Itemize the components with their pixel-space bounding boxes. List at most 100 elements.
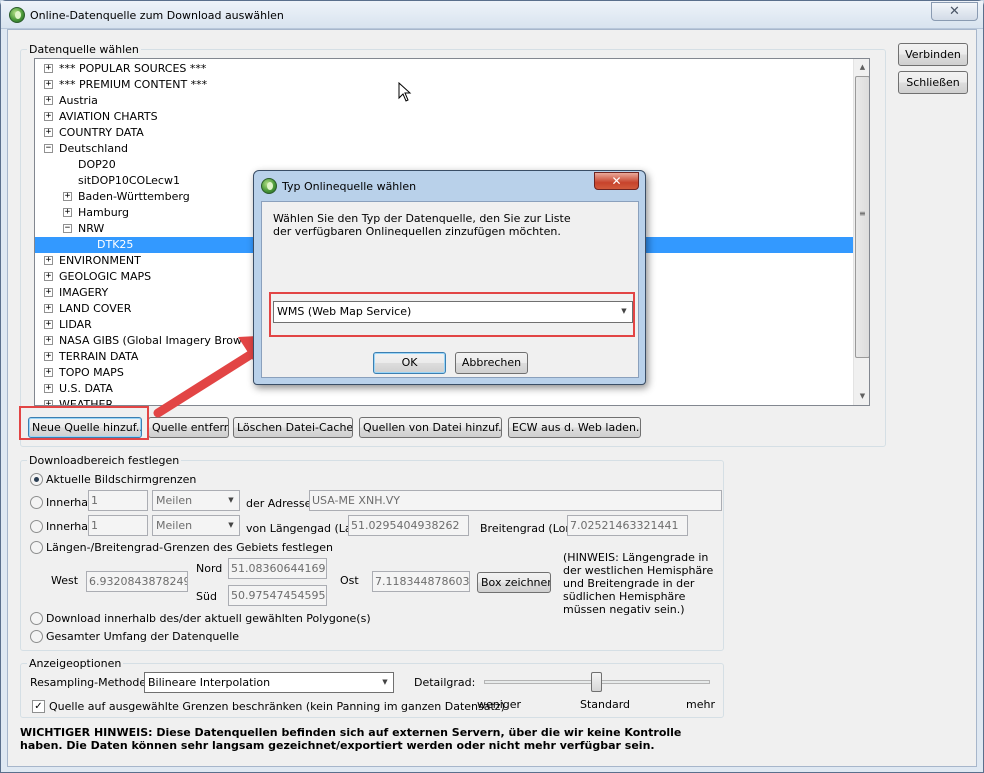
tree-item[interactable]: *** PREMIUM CONTENT *** xyxy=(59,77,207,93)
coord-unit-select[interactable]: Meilen ▼ xyxy=(152,515,240,536)
address-unit-select[interactable]: Meilen ▼ xyxy=(152,490,240,511)
scroll-down-icon[interactable]: ▼ xyxy=(854,388,869,405)
tree-item[interactable]: GEOLOGIC MAPS xyxy=(59,269,151,285)
app-globe-icon xyxy=(9,7,25,23)
radio-polygons[interactable] xyxy=(30,612,43,625)
tree-item[interactable]: LIDAR xyxy=(59,317,92,333)
tree-item[interactable]: U.S. DATA xyxy=(59,381,113,397)
add-from-file-button[interactable]: Quellen von Datei hinzuf... xyxy=(359,417,502,438)
tree-item[interactable]: DTK25 xyxy=(97,237,133,253)
slider-max-label: mehr xyxy=(686,698,715,711)
tree-item[interactable]: NRW xyxy=(78,221,104,237)
mouse-cursor-icon xyxy=(398,82,412,102)
east-input[interactable]: 7.11834487860392 xyxy=(372,571,470,592)
ecw-web-button[interactable]: ECW aus d. Web laden... xyxy=(508,417,641,438)
north-input[interactable]: 51.0836064416973 xyxy=(228,558,327,579)
annotation-highlight-add xyxy=(19,406,149,440)
expand-icon[interactable]: + xyxy=(44,368,53,377)
expand-icon[interactable]: + xyxy=(44,64,53,73)
close-button[interactable]: Schließen xyxy=(898,71,968,94)
dialog-message: Wählen Sie den Typ der Datenquelle, den … xyxy=(273,212,571,238)
address-distance-input[interactable]: 1 xyxy=(88,490,148,511)
north-label: Nord xyxy=(196,562,223,575)
tree-item[interactable]: ENVIRONMENT xyxy=(59,253,141,269)
tree-item[interactable]: IMAGERY xyxy=(59,285,108,301)
chevron-down-icon: ▼ xyxy=(228,521,234,529)
tree-item[interactable]: AVIATION CHARTS xyxy=(59,109,158,125)
west-input[interactable]: 6.9320843878249 xyxy=(86,571,188,592)
tree-item[interactable]: DOP20 xyxy=(78,157,116,173)
resampling-value: Bilineare Interpolation xyxy=(148,676,271,689)
scroll-up-icon[interactable]: ▲ xyxy=(854,59,869,76)
chevron-down-icon: ▼ xyxy=(228,496,234,504)
important-notice: WICHTIGER HINWEIS: Diese Datenquellen be… xyxy=(20,726,682,752)
full-extent-label: Gesamter Umfang der Datenquelle xyxy=(46,630,240,643)
longitude-input[interactable]: 51.0295404938262 xyxy=(348,515,469,536)
resampling-select[interactable]: Bilineare Interpolation ▼ xyxy=(144,672,394,693)
tree-item[interactable]: WEATHER xyxy=(59,397,113,405)
scroll-thumb[interactable]: ≡ xyxy=(855,76,869,358)
title-bar[interactable]: Online-Datenquelle zum Download auswähle… xyxy=(1,1,983,29)
annotation-highlight-type xyxy=(269,292,635,337)
tree-item[interactable]: sitDOP10COLecw1 xyxy=(78,173,180,189)
tree-item[interactable]: Deutschland xyxy=(59,141,128,157)
address-input[interactable]: USA-ME XNH.VY xyxy=(309,490,722,511)
expand-icon[interactable]: + xyxy=(44,288,53,297)
dialog-ok-button[interactable]: OK xyxy=(373,352,446,374)
tree-item[interactable]: Baden-Württemberg xyxy=(78,189,190,205)
slider-thumb[interactable] xyxy=(591,672,602,692)
radio-within-coordinates[interactable] xyxy=(30,520,43,533)
hemisphere-hint: (HINWEIS: Längengrade in der westlichen … xyxy=(563,551,714,616)
expand-icon[interactable]: + xyxy=(44,272,53,281)
radio-screen-bounds[interactable] xyxy=(30,473,43,486)
tree-item[interactable]: TERRAIN DATA xyxy=(59,349,138,365)
address-unit-value: Meilen xyxy=(156,494,193,507)
detail-slider[interactable] xyxy=(484,670,710,696)
draw-box-button[interactable]: Box zeichnen... xyxy=(477,572,551,593)
chevron-down-icon: ▼ xyxy=(382,678,388,686)
radio-full-extent[interactable] xyxy=(30,630,43,643)
tree-scrollbar[interactable]: ▲ ≡ ▼ xyxy=(853,59,869,405)
expand-icon[interactable]: + xyxy=(44,304,53,313)
tree-item[interactable]: LAND COVER xyxy=(59,301,131,317)
window-close-button[interactable]: ✕ xyxy=(931,2,978,21)
tree-item[interactable]: Hamburg xyxy=(78,205,129,221)
south-label: Süd xyxy=(196,590,217,603)
source-type-dialog: Typ Onlinequelle wählen ✕ Wählen Sie den… xyxy=(253,170,646,385)
tree-item[interactable]: TOPO MAPS xyxy=(59,365,124,381)
bounds-label: Längen-/Breitengrad-Grenzen des Gebiets … xyxy=(46,541,333,554)
longitude-label: von Längengad (Lat) xyxy=(246,522,361,535)
tree-item[interactable]: *** POPULAR SOURCES *** xyxy=(59,61,206,77)
collapse-icon[interactable]: − xyxy=(63,224,72,233)
coord-distance-input[interactable]: 1 xyxy=(88,515,148,536)
detail-label: Detailgrad: xyxy=(414,676,476,689)
tree-item[interactable]: COUNTRY DATA xyxy=(59,125,144,141)
expand-icon[interactable]: + xyxy=(44,112,53,121)
grip-icon: ≡ xyxy=(859,209,866,218)
dialog-close-button[interactable]: ✕ xyxy=(594,172,639,190)
expand-icon[interactable]: + xyxy=(44,384,53,393)
latitude-label: Breitengrad (Lon) xyxy=(480,522,577,535)
expand-icon[interactable]: + xyxy=(44,128,53,137)
radio-bounds[interactable] xyxy=(30,541,43,554)
expand-icon[interactable]: + xyxy=(44,320,53,329)
tree-item[interactable]: Austria xyxy=(59,93,98,109)
collapse-icon[interactable]: − xyxy=(44,144,53,153)
source-group-label: Datenquelle wählen xyxy=(27,43,141,56)
latitude-input[interactable]: 7.02521463321441 xyxy=(567,515,688,536)
west-label: West xyxy=(51,574,79,587)
restrict-bounds-label: Quelle auf ausgewählte Grenzen beschränk… xyxy=(49,700,505,713)
expand-icon[interactable]: + xyxy=(63,192,72,201)
expand-icon[interactable]: + xyxy=(44,96,53,105)
south-input[interactable]: 50.9754745459551 xyxy=(228,585,327,606)
expand-icon[interactable]: + xyxy=(63,208,72,217)
radio-within-address[interactable] xyxy=(30,496,43,509)
restrict-bounds-checkbox[interactable]: ✓ xyxy=(32,700,45,713)
connect-button[interactable]: Verbinden xyxy=(898,43,968,66)
expand-icon[interactable]: + xyxy=(44,336,53,345)
east-label: Ost xyxy=(340,574,359,587)
expand-icon[interactable]: + xyxy=(44,80,53,89)
expand-icon[interactable]: + xyxy=(44,352,53,361)
dialog-cancel-button[interactable]: Abbrechen xyxy=(455,352,528,374)
expand-icon[interactable]: + xyxy=(44,256,53,265)
